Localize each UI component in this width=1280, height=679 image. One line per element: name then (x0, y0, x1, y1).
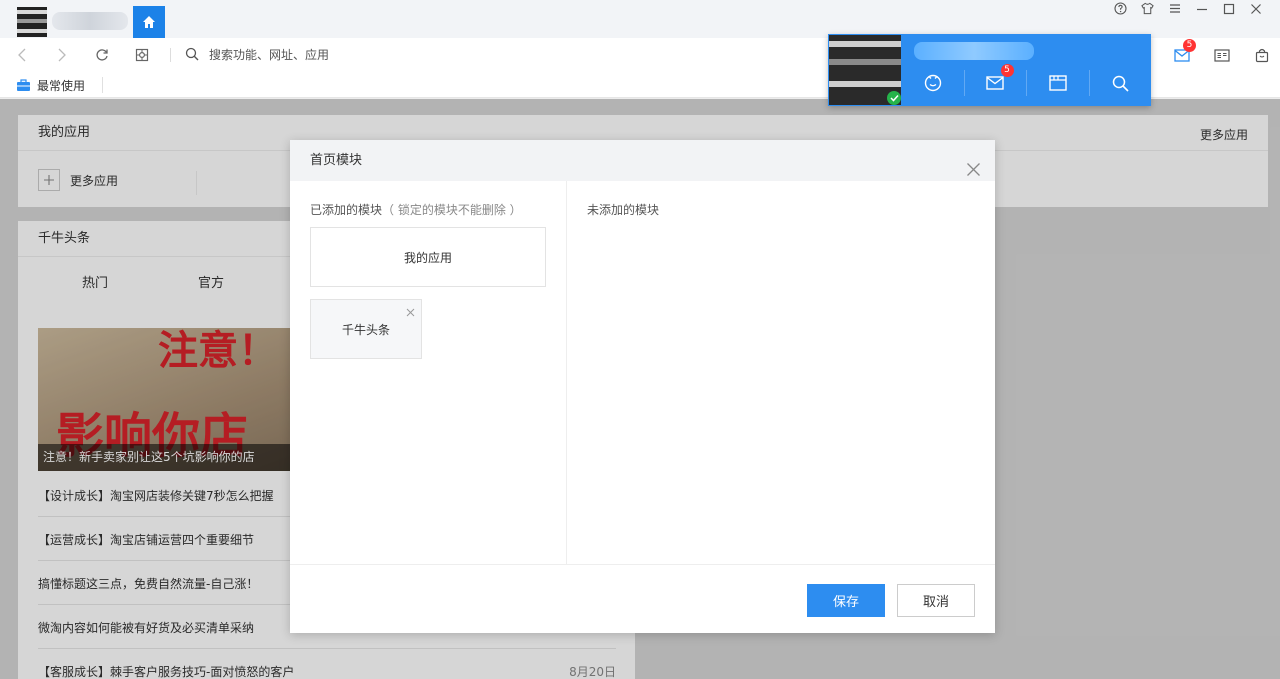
window-button[interactable] (1027, 70, 1090, 96)
forward-icon[interactable] (54, 47, 70, 63)
popup-mail-button[interactable]: 5 (965, 64, 1027, 96)
bookmark-label: 最常使用 (37, 79, 86, 93)
module-label: 千牛头条 (341, 322, 390, 337)
added-modules-column: 已添加的模块（ 锁定的模块不能删除 ） 我的应用 千牛头条 (290, 181, 567, 564)
back-icon[interactable] (14, 47, 30, 63)
mail-button[interactable]: 5 (1173, 39, 1196, 64)
module-label: 我的应用 (403, 250, 452, 265)
popup-mail-badge: 5 (1000, 64, 1014, 77)
divider (102, 77, 103, 93)
save-button[interactable]: 保存 (807, 584, 885, 617)
cancel-button[interactable]: 取消 (897, 584, 975, 617)
user-popup: 5 (828, 34, 1151, 106)
smiley-icon (924, 74, 941, 92)
added-title: 已添加的模块 (310, 203, 383, 217)
bag-button[interactable] (1253, 46, 1271, 64)
window-icon (1049, 75, 1067, 91)
user-name (914, 42, 1034, 60)
dialog-footer: 保存 取消 (290, 564, 995, 633)
dialog-close-icon[interactable] (966, 153, 981, 176)
bag-icon (1255, 48, 1269, 62)
search-icon[interactable] (185, 47, 199, 61)
account-name (52, 12, 128, 30)
module-my-apps[interactable]: 我的应用 (310, 227, 546, 287)
skin-icon[interactable] (1141, 2, 1154, 15)
screenshot-icon[interactable] (134, 47, 150, 63)
title-bar (0, 0, 1280, 38)
search-icon (1112, 75, 1129, 92)
added-note: （ 锁定的模块不能删除 ） (382, 203, 522, 217)
dialog-title: 首页模块 (310, 153, 363, 168)
close-icon[interactable] (1249, 2, 1262, 15)
search-input[interactable] (209, 45, 609, 65)
bookmark-frequent[interactable]: 最常使用 (16, 77, 85, 94)
contact-card-button[interactable] (1213, 46, 1231, 64)
home-icon (143, 16, 155, 28)
briefcase-icon (17, 79, 30, 91)
refresh-icon[interactable] (94, 47, 110, 63)
avatar[interactable] (829, 35, 901, 105)
remove-module-icon[interactable] (406, 306, 415, 317)
available-modules-column: 未添加的模块 (567, 181, 995, 564)
contacts-button[interactable] (902, 70, 965, 96)
popup-search-button[interactable] (1090, 70, 1152, 96)
module-news[interactable]: 千牛头条 (310, 299, 422, 359)
minimize-icon[interactable] (1195, 2, 1208, 15)
homepage-modules-dialog: 首页模块 已添加的模块（ 锁定的模块不能删除 ） 我的应用 千牛头条 未添加的模… (290, 140, 995, 633)
maximize-icon[interactable] (1222, 2, 1235, 15)
not-added-heading: 未添加的模块 (587, 203, 660, 217)
divider (170, 48, 171, 62)
id-card-icon (1214, 48, 1230, 62)
home-tab[interactable] (133, 6, 165, 38)
help-icon[interactable] (1114, 2, 1127, 15)
mail-icon (986, 76, 1004, 90)
verified-icon (887, 91, 901, 105)
app-logo (17, 7, 47, 37)
dialog-header: 首页模块 (290, 140, 995, 181)
menu-icon[interactable] (1168, 2, 1181, 15)
added-modules-heading: 已添加的模块（ 锁定的模块不能删除 ） (310, 201, 522, 218)
mail-badge: 5 (1183, 39, 1196, 52)
